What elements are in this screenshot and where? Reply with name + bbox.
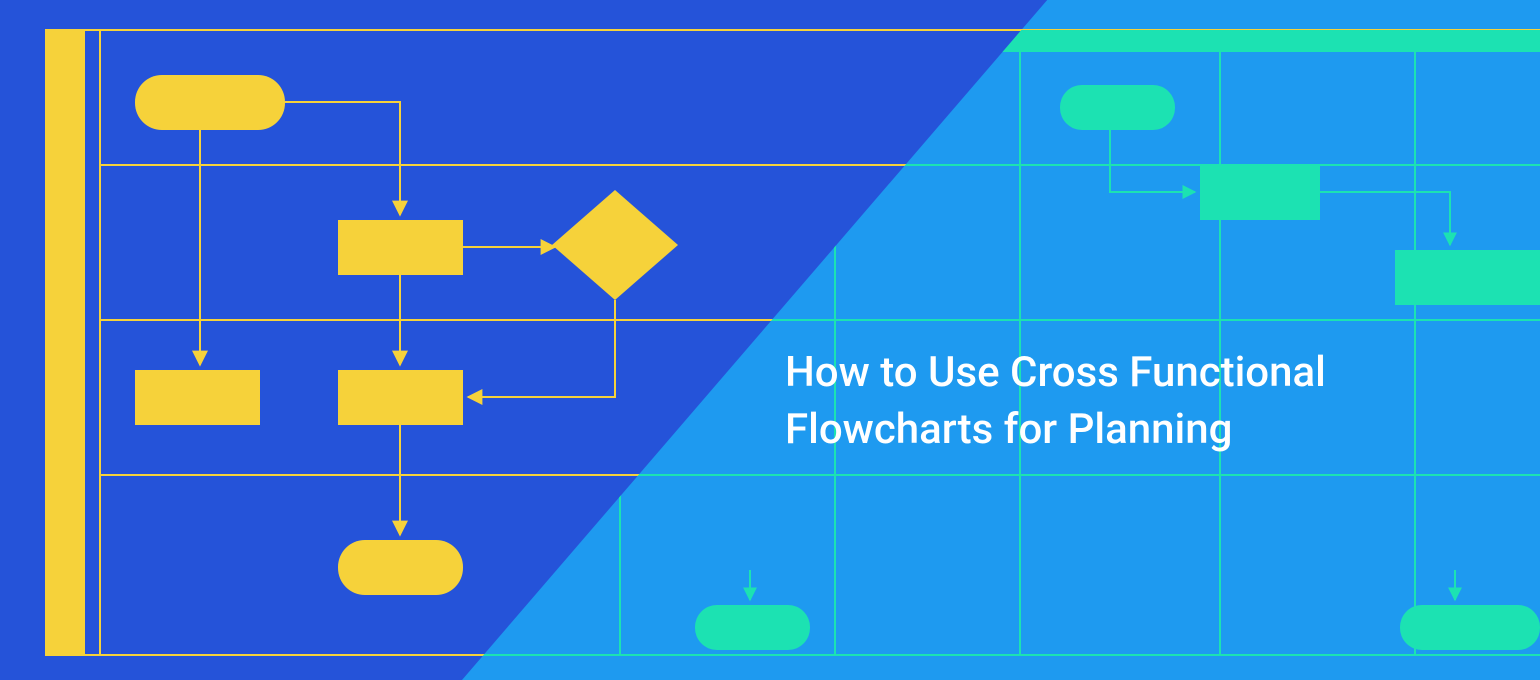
process-box-icon [1395, 250, 1540, 305]
process-box-icon [1200, 165, 1320, 220]
decision-diamond-icon [552, 190, 678, 300]
terminator-end-icon [1400, 605, 1540, 650]
process-box-icon [338, 370, 463, 425]
terminator-end-icon [695, 605, 810, 650]
title-line-1: How to Use Cross Functional [785, 345, 1326, 402]
process-box-icon [135, 370, 260, 425]
title-line-2: Flowcharts for Planning [785, 402, 1326, 459]
diagram-canvas: How to Use Cross Functional Flowcharts f… [0, 0, 1540, 680]
terminator-start-icon [135, 75, 285, 130]
terminator-end-icon [338, 540, 463, 595]
page-title: How to Use Cross Functional Flowcharts f… [785, 345, 1326, 458]
terminator-start-icon [1060, 85, 1175, 130]
process-box-icon [338, 220, 463, 275]
